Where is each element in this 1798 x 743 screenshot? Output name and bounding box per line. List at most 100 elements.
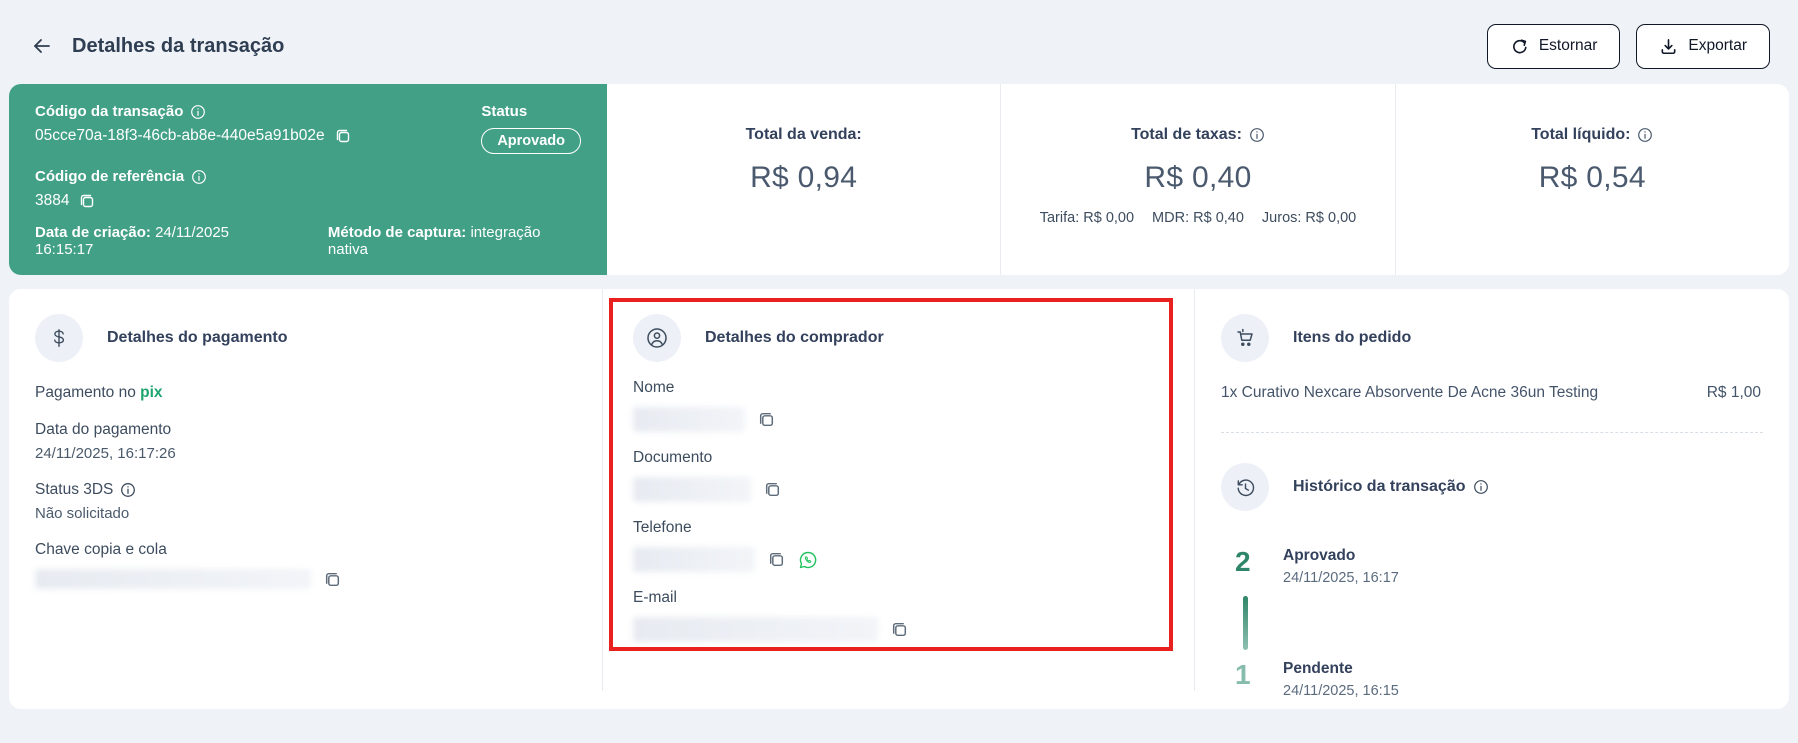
total-net-value: R$ 0,54 (1539, 161, 1646, 195)
refund-icon (1510, 37, 1529, 56)
transaction-code-value: 05cce70a-18f3-46cb-ab8e-440e5a91b02e (35, 127, 325, 145)
copy-icon (757, 410, 776, 429)
buyer-email-label: E-mail (633, 589, 1165, 607)
timeline-date: 24/11/2025, 16:17 (1283, 570, 1399, 586)
status-badge: Aprovado (481, 128, 581, 154)
copy-name-button[interactable] (757, 410, 776, 429)
copy-icon (78, 192, 96, 210)
cart-icon (1221, 314, 1269, 362)
total-sale-value: R$ 0,94 (750, 161, 857, 195)
transaction-timeline: 2 Aprovado 24/11/2025, 16:17 1 Pendente … (1221, 547, 1763, 699)
payment-method-pix-link[interactable]: pix (140, 384, 162, 401)
total-net-label: Total líquido: (1531, 126, 1630, 144)
timeline-event: 2 Aprovado 24/11/2025, 16:17 (1221, 547, 1763, 586)
fee-mdr: MDR: R$ 0,40 (1152, 210, 1244, 226)
total-sale-label: Total da venda: (746, 126, 862, 144)
refund-button[interactable]: Estornar (1487, 24, 1621, 69)
transaction-code-label: Código da transação (35, 103, 183, 120)
capture-method-label: Método de captura: (328, 224, 466, 241)
reference-code-value: 3884 (35, 192, 69, 210)
payment-details-title: Detalhes do pagamento (107, 329, 287, 347)
threeds-status-label: Status 3DS (35, 481, 113, 499)
copy-icon (334, 127, 352, 145)
copy-icon (763, 480, 782, 499)
status-label: Status (481, 103, 581, 120)
payment-details-section: Detalhes do pagamento Pagamento no pix D… (9, 289, 603, 709)
order-item-price: R$ 1,00 (1707, 384, 1761, 402)
copy-icon (323, 570, 342, 589)
redacted-email (633, 617, 878, 642)
user-icon (633, 314, 681, 362)
history-section: Histórico da transação (1221, 463, 1763, 511)
redacted-name (633, 407, 745, 432)
timeline-date: 24/11/2025, 16:15 (1283, 683, 1399, 699)
capture-method: Método de captura: integração nativa (328, 224, 581, 258)
payment-date-label: Data do pagamento (35, 421, 577, 439)
timeline-connector (1243, 596, 1248, 650)
order-item-name: 1x Curativo Nexcare Absorvente De Acne 3… (1221, 384, 1598, 402)
redacted-phone (633, 547, 755, 572)
page-header: Detalhes da transação Estornar Exportar (0, 0, 1798, 84)
info-icon[interactable] (120, 482, 136, 498)
timeline-step-number: 2 (1221, 547, 1283, 576)
whatsapp-button[interactable] (798, 550, 818, 570)
copy-icon (890, 620, 909, 639)
creation-date-label: Data de criação: (35, 224, 151, 241)
buyer-phone-label: Telefone (633, 519, 1165, 537)
order-section: Itens do pedido 1x Curativo Nexcare Abso… (1195, 289, 1789, 709)
info-icon[interactable] (1473, 479, 1489, 495)
whatsapp-icon (798, 550, 818, 570)
export-button[interactable]: Exportar (1636, 24, 1770, 69)
fee-juros: Juros: R$ 0,00 (1262, 210, 1356, 226)
payment-date-value: 24/11/2025, 16:17:26 (35, 445, 577, 462)
reference-code-label: Código de referência (35, 168, 184, 185)
page-title: Detalhes da transação (72, 35, 284, 58)
copy-reference-code-button[interactable] (78, 192, 96, 210)
buyer-details-section: Detalhes do comprador Nome Documento (603, 289, 1195, 709)
total-sale-section: Total da venda: R$ 0,94 (607, 84, 1000, 275)
copy-email-button[interactable] (890, 620, 909, 639)
threeds-status-value: Não solicitado (35, 505, 577, 522)
details-card: Detalhes do pagamento Pagamento no pix D… (9, 289, 1789, 709)
total-fees-value: R$ 0,40 (1144, 161, 1251, 195)
info-icon[interactable] (1249, 127, 1265, 143)
buyer-document-field: Documento (633, 449, 1165, 502)
download-icon (1659, 37, 1678, 56)
dollar-icon (35, 314, 83, 362)
export-button-label: Exportar (1688, 37, 1747, 55)
redacted-pix-key (35, 569, 311, 589)
timeline-status: Pendente (1283, 660, 1399, 678)
buyer-details-title: Detalhes do comprador (705, 329, 884, 347)
total-net-section: Total líquido: R$ 0,54 (1395, 84, 1789, 275)
refund-button-label: Estornar (1539, 37, 1598, 55)
total-fees-label: Total de taxas: (1131, 126, 1242, 144)
buyer-email-field: E-mail (633, 589, 1165, 642)
copy-icon (767, 550, 786, 569)
redacted-document (633, 477, 751, 502)
info-icon[interactable] (190, 104, 206, 120)
info-icon[interactable] (1637, 127, 1653, 143)
order-items-title: Itens do pedido (1293, 329, 1411, 347)
buyer-document-label: Documento (633, 449, 1165, 467)
payment-method-prefix: Pagamento no (35, 384, 136, 401)
copy-pix-key-button[interactable] (323, 570, 342, 589)
transaction-summary-card: Código da transação 05cce70a-18f3-46cb-a… (9, 84, 1789, 275)
info-icon[interactable] (191, 169, 207, 185)
copy-phone-button[interactable] (767, 550, 786, 569)
timeline-status: Aprovado (1283, 547, 1399, 565)
back-button[interactable] (28, 32, 56, 60)
buyer-name-label: Nome (633, 379, 1165, 397)
creation-date: Data de criação: 24/11/2025 16:15:17 (35, 224, 288, 258)
copy-transaction-code-button[interactable] (334, 127, 352, 145)
transaction-id-panel: Código da transação 05cce70a-18f3-46cb-a… (9, 84, 607, 275)
timeline-step-number: 1 (1221, 660, 1283, 689)
pix-key-label: Chave copia e cola (35, 541, 577, 559)
history-icon (1221, 463, 1269, 511)
arrow-left-icon (30, 34, 54, 58)
order-item-row: 1x Curativo Nexcare Absorvente De Acne 3… (1221, 384, 1763, 402)
dashed-divider (1221, 432, 1763, 433)
history-title: Histórico da transação (1293, 478, 1466, 496)
copy-document-button[interactable] (763, 480, 782, 499)
timeline-event: 1 Pendente 24/11/2025, 16:15 (1221, 660, 1763, 699)
buyer-name-field: Nome (633, 379, 1165, 432)
